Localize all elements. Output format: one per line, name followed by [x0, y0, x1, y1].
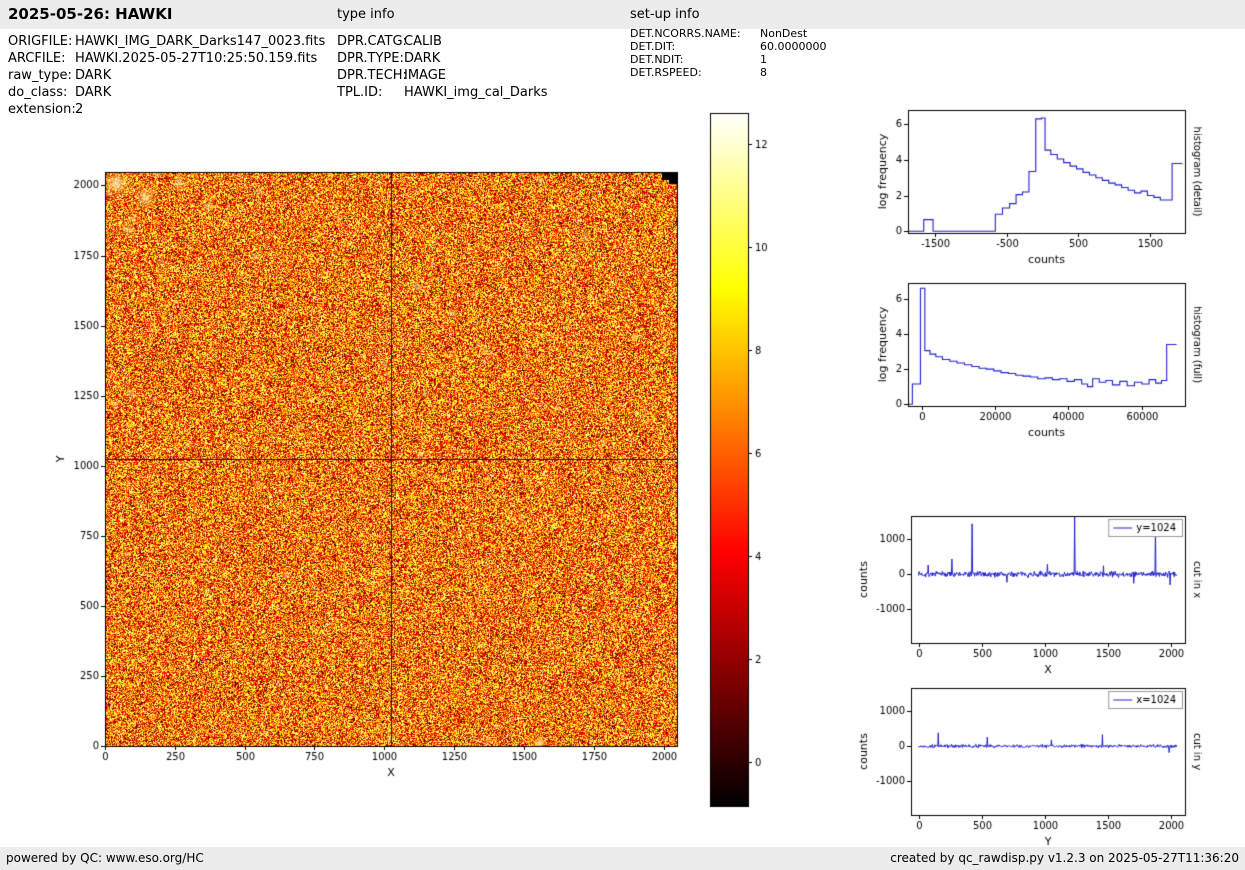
- info-value: IMAGE: [404, 68, 447, 83]
- footer-credit-right: created by qc_rawdisp.py v1.2.3 on 2025-…: [890, 851, 1239, 865]
- info-label: DET.NCORRS.NAME:: [630, 27, 741, 40]
- info-row: ORIGFILE: HAWKI_IMG_DARK_Darks147_0023.fi…: [8, 33, 325, 50]
- info-row: DET.NCORRS.NAME: NonDest: [630, 27, 826, 40]
- info-value: HAWKI.2025-05-27T10:25:50.159.fits: [75, 51, 318, 66]
- info-value: 60.0000000: [760, 40, 827, 53]
- type-info-heading: type info: [337, 7, 395, 22]
- info-row: DET.DIT: 60.0000000: [630, 40, 826, 53]
- info-value: DARK: [404, 51, 441, 66]
- info-label: ORIGFILE:: [8, 34, 73, 49]
- info-row: DET.RSPEED: 8: [630, 66, 826, 79]
- info-label: DPR.TYPE:: [337, 51, 404, 66]
- histogram-detail-plot: [853, 95, 1223, 285]
- page-title: 2025-05-26: HAWKI: [8, 5, 173, 23]
- info-row: do_class: DARK: [8, 84, 325, 101]
- header-bar: 2025-05-26: HAWKI type info set-up info: [0, 0, 1245, 29]
- colorbar: [700, 100, 790, 820]
- info-row: TPL.ID: HAWKI_img_cal_Darks: [337, 84, 548, 101]
- histogram-full-plot: [853, 268, 1223, 458]
- footer-bar: powered by QC: www.eso.org/HC created by…: [0, 847, 1245, 870]
- info-value: DARK: [75, 85, 112, 100]
- info-value: HAWKI_img_cal_Darks: [404, 85, 548, 100]
- type-info-block: DPR.CATG:CALIB DPR.TYPE:DARK DPR.TECH:IM…: [337, 33, 548, 101]
- info-value: 1: [760, 53, 767, 66]
- qc-report-page: 2025-05-26: HAWKI type info set-up info …: [0, 0, 1245, 870]
- info-value: 8: [760, 66, 767, 79]
- info-label: DPR.TECH:: [337, 68, 407, 83]
- setup-info-block: DET.NCORRS.NAME: NonDest DET.DIT: 60.00000…: [630, 27, 826, 79]
- info-row: DPR.CATG:CALIB: [337, 33, 548, 50]
- info-value: DARK: [75, 68, 112, 83]
- detector-image-plot: [30, 100, 700, 800]
- info-label: DPR.CATG:: [337, 34, 407, 49]
- info-row: DPR.TECH:IMAGE: [337, 67, 548, 84]
- info-value: NonDest: [760, 27, 808, 40]
- info-label: TPL.ID:: [337, 85, 383, 100]
- cut-in-y-plot: [853, 672, 1223, 867]
- footer-credit-left: powered by QC: www.eso.org/HC: [6, 851, 204, 865]
- setup-info-heading: set-up info: [630, 7, 700, 22]
- info-row: DET.NDIT: 1: [630, 53, 826, 66]
- info-label: raw_type:: [8, 68, 72, 83]
- info-value: CALIB: [404, 34, 442, 49]
- info-label: DET.NDIT:: [630, 53, 684, 66]
- info-label: DET.DIT:: [630, 40, 676, 53]
- info-label: ARCFILE:: [8, 51, 66, 66]
- info-label: do_class:: [8, 85, 68, 100]
- cut-in-x-plot: [853, 500, 1223, 700]
- info-row: ARCFILE: HAWKI.2025-05-27T10:25:50.159.fi…: [8, 50, 325, 67]
- info-value: HAWKI_IMG_DARK_Darks147_0023.fits: [75, 34, 326, 49]
- info-row: raw_type: DARK: [8, 67, 325, 84]
- info-label: DET.RSPEED:: [630, 66, 702, 79]
- info-row: DPR.TYPE:DARK: [337, 50, 548, 67]
